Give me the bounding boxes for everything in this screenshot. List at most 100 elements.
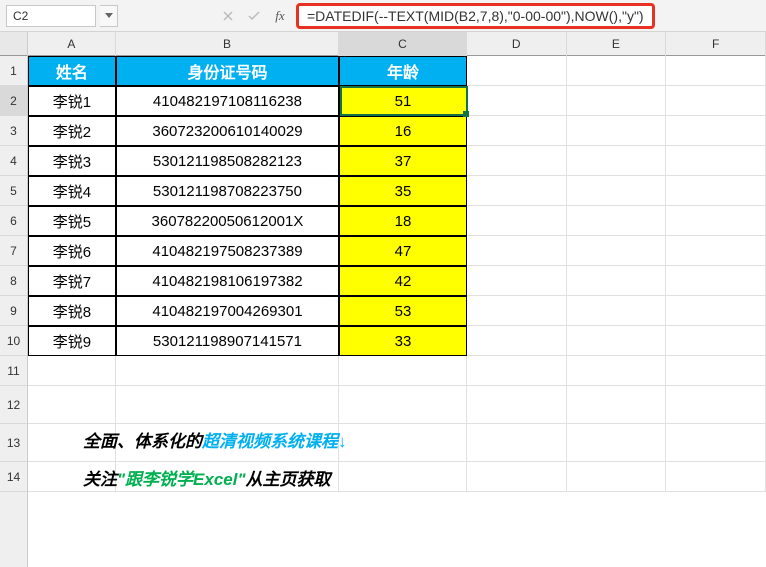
cell-id[interactable]: 530121198907141571 [116,326,339,356]
cell[interactable] [28,356,116,386]
cell-age[interactable]: 16 [339,116,467,146]
cell[interactable] [467,462,567,492]
cell-age[interactable]: 33 [339,326,467,356]
cell[interactable] [467,386,567,424]
cell[interactable] [567,386,667,424]
cell-age[interactable]: 51 [339,86,467,116]
cell[interactable] [467,86,567,116]
cell[interactable] [666,462,766,492]
cell[interactable] [567,356,667,386]
row-header[interactable]: 9 [0,296,27,326]
cell[interactable] [567,296,667,326]
cell[interactable] [339,462,467,492]
row-header[interactable]: 6 [0,206,27,236]
cell-id[interactable]: 530121198508282123 [116,146,339,176]
cell[interactable] [467,356,567,386]
cell[interactable] [666,116,766,146]
row-header[interactable]: 12 [0,386,27,424]
col-header[interactable]: C [339,32,467,56]
cell[interactable] [666,236,766,266]
cell-id[interactable]: 410482197508237389 [116,236,339,266]
cell[interactable] [666,326,766,356]
col-header[interactable]: B [116,32,339,56]
header-name[interactable]: 姓名 [28,56,116,86]
cell[interactable] [567,206,667,236]
col-header[interactable]: E [567,32,667,56]
cell[interactable] [567,86,667,116]
col-header[interactable]: F [666,32,766,56]
cell[interactable] [666,146,766,176]
cell-id[interactable]: 410482198106197382 [116,266,339,296]
cell[interactable] [28,386,116,424]
cell-age[interactable]: 37 [339,146,467,176]
row-header[interactable]: 14 [0,462,27,492]
select-all-corner[interactable] [0,32,27,56]
row-header[interactable]: 2 [0,86,27,116]
col-header[interactable]: D [467,32,567,56]
cell-name[interactable]: 李锐4 [28,176,116,206]
cell-name[interactable]: 李锐7 [28,266,116,296]
cell[interactable] [467,56,567,86]
row-header[interactable]: 7 [0,236,27,266]
cell-name[interactable]: 李锐6 [28,236,116,266]
cell-id[interactable]: 36078220050612001X [116,206,339,236]
cell-id[interactable]: 360723200610140029 [116,116,339,146]
cell-age[interactable]: 35 [339,176,467,206]
cell[interactable] [467,326,567,356]
header-age[interactable]: 年龄 [339,56,467,86]
row-header[interactable]: 8 [0,266,27,296]
cell[interactable] [467,236,567,266]
cell[interactable] [666,86,766,116]
cell[interactable] [467,424,567,462]
cell[interactable] [339,356,467,386]
cell-name[interactable]: 李锐1 [28,86,116,116]
cell-name[interactable]: 李锐9 [28,326,116,356]
row-header[interactable]: 4 [0,146,27,176]
formula-input[interactable]: =DATEDIF(--TEXT(MID(B2,7,8),"0-00-00"),N… [296,3,760,29]
cell-id[interactable]: 410482197108116238 [116,86,339,116]
cell-name[interactable]: 李锐2 [28,116,116,146]
cell[interactable] [666,356,766,386]
row-header[interactable]: 10 [0,326,27,356]
col-header[interactable]: A [28,32,116,56]
cell[interactable] [666,206,766,236]
cell[interactable] [467,146,567,176]
cell-age[interactable]: 47 [339,236,467,266]
name-box[interactable]: C2 [6,5,96,27]
cell[interactable] [567,266,667,296]
cell-age[interactable]: 42 [339,266,467,296]
cell[interactable] [567,176,667,206]
row-header[interactable]: 11 [0,356,27,386]
cell[interactable] [467,116,567,146]
row-header[interactable]: 5 [0,176,27,206]
cell[interactable] [567,56,667,86]
cell-age[interactable]: 18 [339,206,467,236]
cell[interactable] [666,296,766,326]
cell[interactable] [467,206,567,236]
cancel-button[interactable] [216,5,240,27]
enter-button[interactable] [242,5,266,27]
row-header[interactable]: 3 [0,116,27,146]
cell[interactable] [567,146,667,176]
cell-name[interactable]: 李锐3 [28,146,116,176]
cell[interactable] [116,356,339,386]
row-header[interactable]: 1 [0,56,27,86]
name-box-dropdown[interactable] [100,5,118,27]
header-id[interactable]: 身份证号码 [116,56,339,86]
cell[interactable] [339,386,467,424]
row-header[interactable]: 13 [0,424,27,462]
cell[interactable] [567,236,667,266]
cell[interactable] [567,424,667,462]
cell[interactable] [567,116,667,146]
cell[interactable] [339,424,467,462]
cell-id[interactable]: 410482197004269301 [116,296,339,326]
cell-name[interactable]: 李锐5 [28,206,116,236]
cell-age[interactable]: 53 [339,296,467,326]
cell[interactable] [567,462,667,492]
cell-id[interactable]: 530121198708223750 [116,176,339,206]
cell[interactable] [467,266,567,296]
cell[interactable] [116,386,339,424]
cell[interactable] [666,386,766,424]
cell[interactable] [567,326,667,356]
fx-button[interactable]: fx [268,5,292,27]
